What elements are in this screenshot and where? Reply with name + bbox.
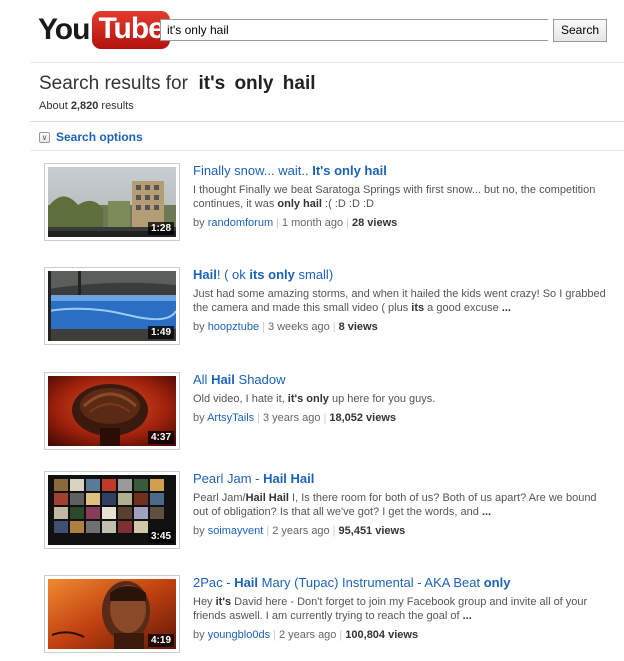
masthead: You Tube it's only hail Search — [0, 0, 624, 62]
video-duration: 3:45 — [147, 530, 174, 543]
search-button[interactable]: Search — [553, 19, 607, 42]
video-title[interactable]: Finally snow... wait.. It's only hail — [193, 163, 608, 179]
options-divider — [30, 150, 624, 151]
uploader-link[interactable]: youngblo0ds — [208, 629, 270, 641]
search-input[interactable]: it's only hail — [160, 19, 548, 41]
upload-age: 3 years ago — [263, 412, 321, 424]
video-duration: 4:37 — [147, 431, 174, 444]
view-count: 100,804 views — [345, 629, 419, 641]
video-thumbnail[interactable]: 1:28 — [44, 163, 180, 241]
video-result: 1:49 Hail! ( ok its only small) Just had… — [44, 267, 614, 351]
upload-age: 1 month ago — [281, 217, 344, 229]
video-thumbnail[interactable]: 3:45 — [44, 471, 180, 549]
video-description: Hey it's David here - Don't forget to jo… — [193, 596, 588, 622]
meta-separator: | — [332, 525, 336, 537]
video-meta: by youngblo0ds | 2 years ago | 100,804 views — [193, 629, 419, 641]
upload-age: 2 years ago — [272, 525, 330, 537]
search-options-toggle[interactable]: ∨ Search options — [39, 129, 143, 145]
video-title[interactable]: Hail! ( ok its only small) — [193, 267, 608, 283]
meta-separator: | — [346, 217, 349, 229]
video-thumbnail[interactable]: 4:19 — [44, 575, 180, 653]
video-thumbnail[interactable]: 4:37 — [44, 372, 180, 450]
header-divider — [30, 62, 624, 63]
meta-separator: | — [332, 321, 336, 333]
upload-age: 2 years ago — [278, 629, 337, 641]
meta-separator: | — [276, 217, 279, 229]
upload-age: 3 weeks ago — [267, 321, 330, 333]
meta-separator: | — [273, 629, 276, 641]
video-title[interactable]: Pearl Jam - Hail Hail — [193, 471, 608, 487]
uploader-link[interactable]: randomforum — [208, 217, 273, 229]
view-count: 95,451 views — [338, 525, 406, 537]
view-count: 28 views — [351, 217, 398, 229]
chevron-down-icon: ∨ — [39, 131, 50, 143]
video-result: 1:28 Finally snow... wait.. It's only ha… — [44, 163, 614, 247]
meta-separator: | — [339, 629, 343, 641]
video-duration: 4:19 — [147, 634, 174, 647]
logo-you-text: You — [38, 13, 90, 46]
video-description: Just had some amazing storms, and when i… — [193, 288, 606, 314]
logo-tube-text: Tube — [92, 11, 170, 49]
video-result: 3:45 Pearl Jam - Hail Hail Pearl Jam/Hai… — [44, 471, 614, 555]
meta-separator: | — [257, 412, 260, 424]
video-result: 4:19 2Pac - Hail Mary (Tupac) Instrument… — [44, 575, 614, 659]
video-meta: by ArtsyTails | 3 years ago | 18,052 views — [193, 412, 397, 424]
meta-separator: | — [323, 412, 327, 424]
video-result: 4:37 All Hail Shadow Old video, I hate i… — [44, 372, 614, 456]
page-title: Search results for it's only hail — [39, 73, 316, 94]
search-options-label[interactable]: Search options — [56, 130, 143, 144]
uploader-link[interactable]: soimayvent — [208, 525, 264, 537]
results-divider — [30, 121, 624, 122]
video-duration: 1:49 — [147, 326, 174, 339]
video-title[interactable]: All Hail Shadow — [193, 372, 608, 388]
video-description: Old video, I hate it, it's only up here … — [193, 393, 436, 405]
video-meta: by randomforum | 1 month ago | 28 views — [193, 217, 398, 229]
view-count: 8 views — [338, 321, 378, 333]
view-count: 18,052 views — [329, 412, 397, 424]
meta-separator: | — [266, 525, 270, 537]
search-query: it's only hail — [198, 73, 316, 94]
video-meta: by hoopztube | 3 weeks ago | 8 views — [193, 321, 378, 333]
video-description: Pearl Jam/Hail Hail I, Is there room for… — [193, 492, 597, 518]
uploader-link[interactable]: ArtsyTails — [207, 412, 254, 424]
meta-separator: | — [262, 321, 265, 333]
video-description: I thought Finally we beat Saratoga Sprin… — [193, 184, 596, 210]
uploader-link[interactable]: hoopztube — [208, 321, 259, 333]
video-duration: 1:28 — [147, 222, 174, 235]
results-count: About 2,820 results — [39, 100, 134, 112]
video-thumbnail[interactable]: 1:49 — [44, 267, 180, 345]
video-title[interactable]: 2Pac - Hail Mary (Tupac) Instrumental - … — [193, 575, 608, 591]
video-meta: by soimayvent | 2 years ago | 95,451 views — [193, 525, 406, 537]
youtube-logo[interactable]: You Tube — [38, 11, 170, 49]
